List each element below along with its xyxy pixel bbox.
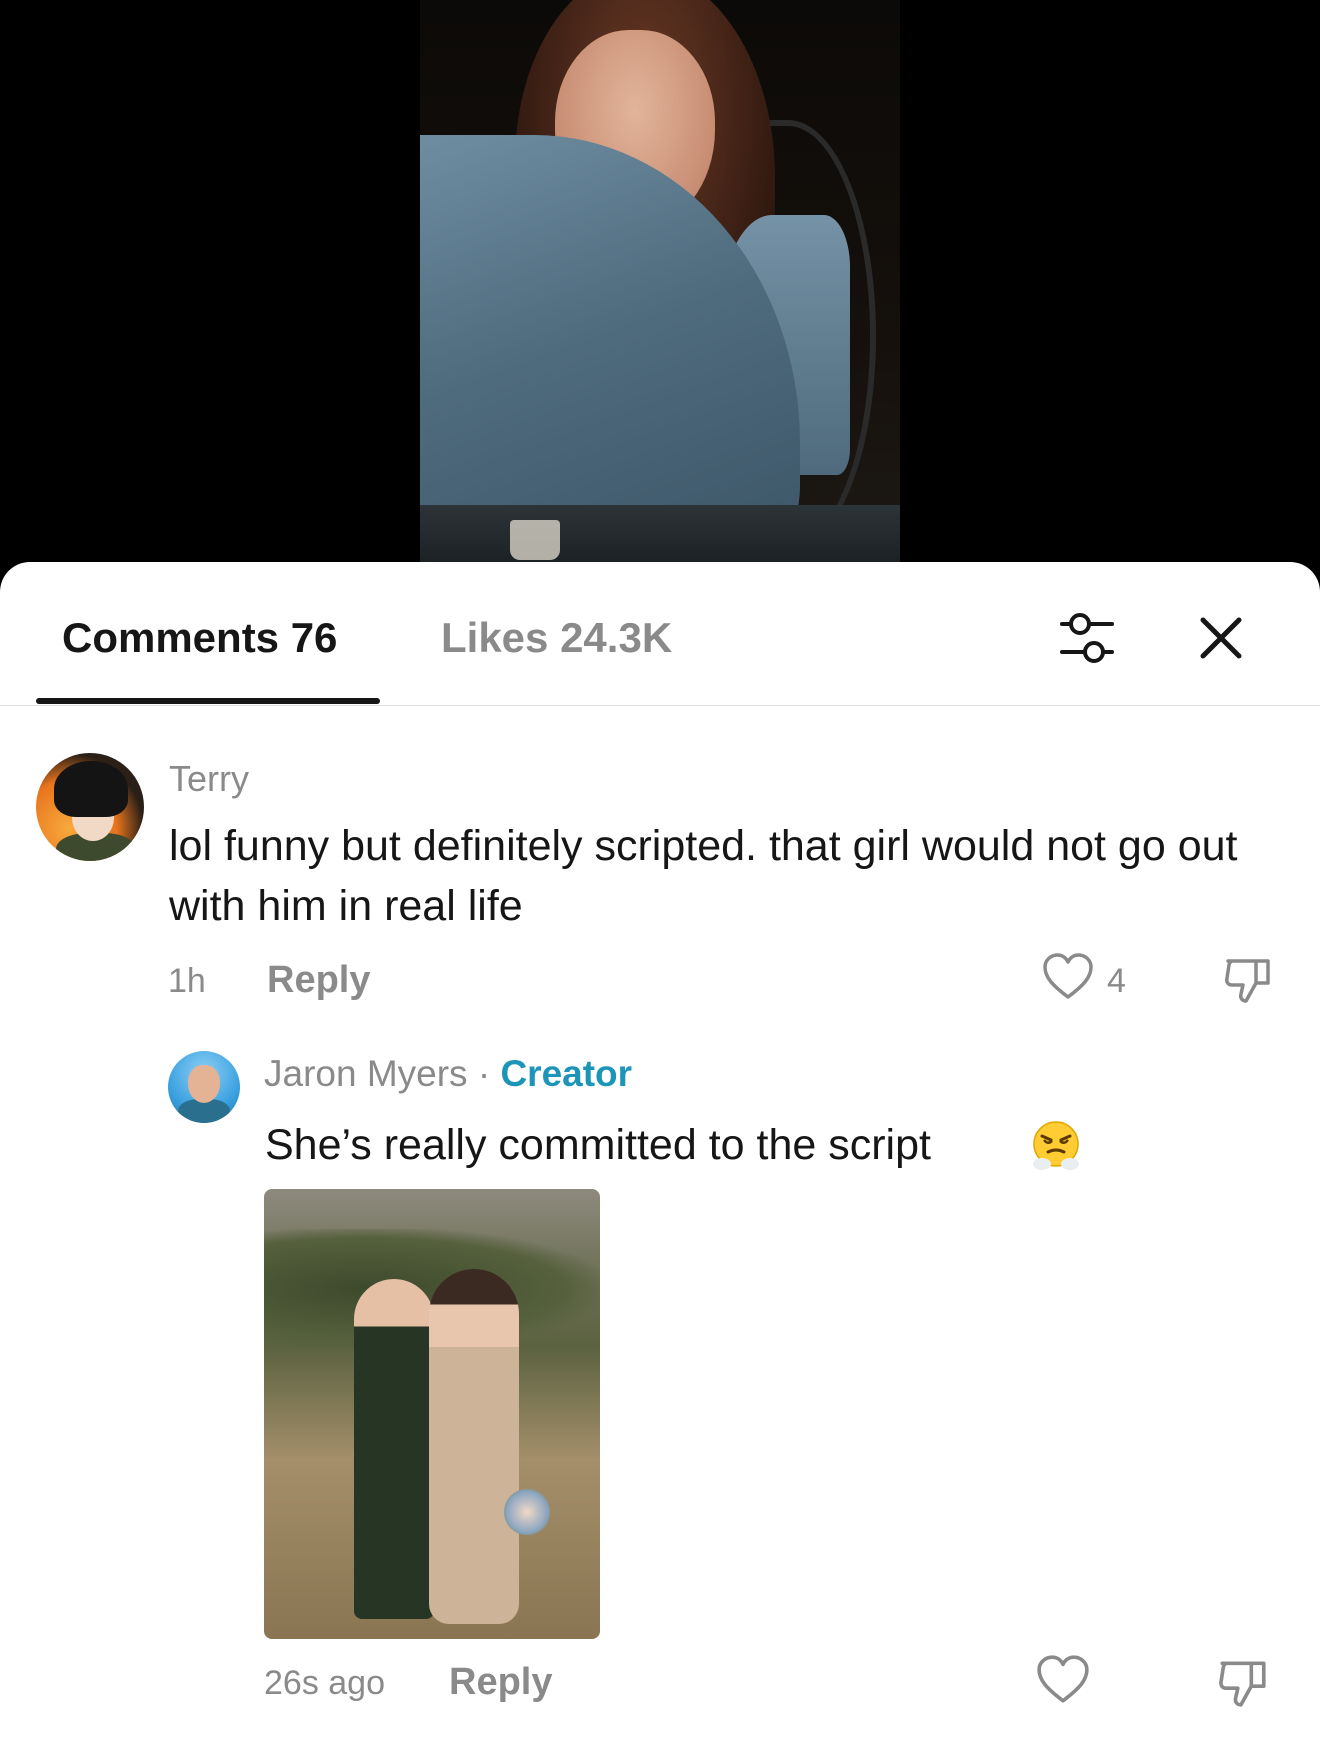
photo-groom [354,1279,434,1619]
reply-button[interactable]: Reply [267,959,370,1002]
avatar-terry[interactable] [36,753,144,861]
sliders-icon[interactable] [1058,608,1116,668]
reply-username[interactable]: Jaron Myers [264,1053,468,1094]
reply-text: She’s really committed to the script [265,1121,931,1169]
video-player[interactable] [0,0,1320,600]
comment-username[interactable]: Terry [169,758,249,800]
avatar-jaron-myers[interactable] [168,1051,240,1123]
comments-sheet: Comments 76 Likes 24.3K Terry lol funny … [0,562,1320,1760]
comment-text: lol funny but definitely scripted. that … [169,822,1238,930]
heart-outline-icon[interactable] [1036,1655,1090,1705]
thumbs-down-icon[interactable] [1216,1655,1270,1709]
close-icon[interactable] [1193,610,1249,666]
creator-badge: Creator [500,1053,633,1094]
like-count: 4 [1107,962,1126,1000]
photo-bouquet [504,1489,550,1535]
video-frame [420,0,900,562]
reply-button[interactable]: Reply [449,1661,552,1704]
reply-header: Jaron Myers · Creator [264,1053,632,1095]
tab-likes[interactable]: Likes 24.3K [441,614,672,662]
photo-bride [429,1269,519,1624]
active-tab-indicator [36,698,380,704]
video-cup [510,520,560,560]
face-with-steam-emoji-icon [1028,1118,1084,1174]
heart-outline-icon[interactable] [1042,953,1094,1001]
separator-dot: · [477,1053,491,1094]
comment-timestamp: 1h [168,962,206,1000]
reply-timestamp: 26s ago [264,1664,385,1702]
thumbs-down-icon[interactable] [1222,953,1274,1005]
tab-bar: Comments 76 Likes 24.3K [0,562,1320,706]
reply-attached-photo[interactable] [264,1189,600,1639]
video-table [420,505,900,562]
tab-comments[interactable]: Comments 76 [62,614,337,662]
